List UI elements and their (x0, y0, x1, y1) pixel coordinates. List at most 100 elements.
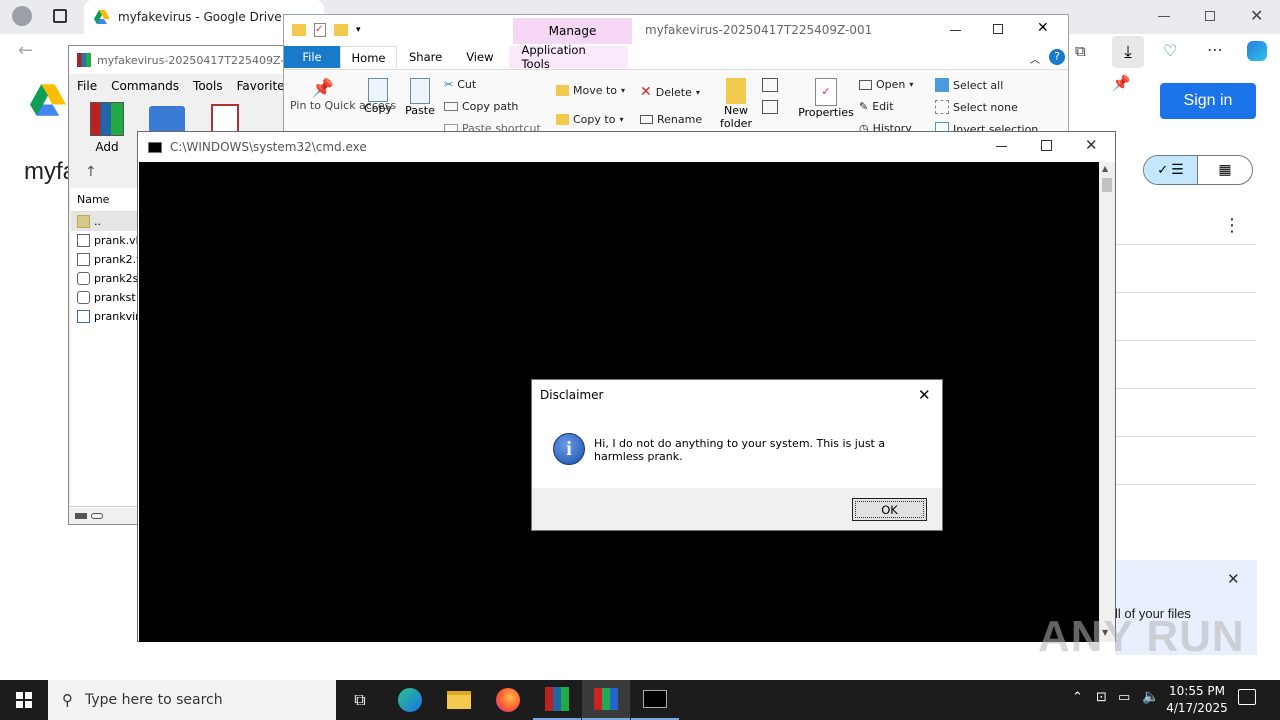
list-view-button[interactable]: ✓ ☰ (1144, 156, 1199, 184)
list-item[interactable]: .. (71, 212, 141, 231)
ok-button[interactable]: OK (852, 498, 927, 521)
firefox-icon[interactable] (484, 680, 532, 720)
select-all-button[interactable]: Select all (935, 78, 1003, 92)
collapse-ribbon-icon[interactable]: ︿ (1030, 51, 1040, 66)
menu-commands[interactable]: Commands (111, 79, 179, 93)
tab-application-tools[interactable]: Application Tools (509, 43, 629, 71)
key-icon (91, 512, 103, 519)
vertical-scrollbar[interactable]: ▲ ▼ (1099, 162, 1115, 642)
scroll-thumb[interactable] (1102, 178, 1112, 192)
new-folder-button[interactable]: New folder (716, 78, 756, 130)
open-button[interactable]: Open ▾ (859, 78, 913, 91)
clock[interactable]: 10:55 PM 4/17/2025 (1164, 683, 1230, 717)
minimize-icon[interactable] (1158, 16, 1170, 17)
kebab-menu-icon[interactable]: ⋮ (1223, 215, 1241, 236)
tab-file[interactable]: File (284, 46, 340, 68)
tab-actions-icon[interactable] (53, 9, 67, 23)
file-explorer-icon[interactable] (435, 680, 483, 720)
back-icon[interactable]: ← (18, 40, 33, 61)
add-button[interactable]: Add (87, 102, 127, 154)
time: 10:55 PM (1169, 684, 1225, 698)
menu-tools[interactable]: Tools (193, 79, 223, 93)
delete-button[interactable]: ✕ Delete ▾ (640, 84, 700, 100)
paste-button[interactable]: Paste (404, 78, 436, 117)
rename-button[interactable]: Rename (640, 113, 702, 126)
pin-icon: 📌 (311, 78, 335, 99)
cut-button[interactable]: ✂ Cut (444, 78, 476, 91)
add-label: Add (95, 140, 119, 154)
network-icon[interactable]: ⊡ (1096, 690, 1107, 705)
move-to-button[interactable]: Move to ▾ (556, 84, 625, 97)
notification-center-icon[interactable] (1238, 689, 1256, 705)
pin-icon[interactable]: 📌 (1112, 74, 1131, 92)
help-icon[interactable]: ? (1049, 49, 1065, 65)
wscript-taskbar-icon[interactable] (582, 680, 630, 720)
new-item-icon[interactable] (762, 78, 778, 92)
show-hidden-icons[interactable]: ⌃ (1072, 690, 1083, 705)
tab-share[interactable]: Share (397, 46, 454, 68)
taskbar-search[interactable]: ⚲ Type here to search (48, 680, 336, 720)
qat-dropdown-icon[interactable]: ▾ (356, 25, 361, 35)
dialog-close-icon[interactable]: ✕ (918, 386, 931, 404)
minimize-icon[interactable] (950, 30, 961, 31)
tab-view[interactable]: View (454, 46, 505, 68)
divider (1116, 244, 1256, 245)
properties-button[interactable]: ✓ Properties (798, 78, 854, 119)
task-view-icon[interactable]: ⧉ (336, 680, 384, 720)
select-all-icon (935, 78, 949, 92)
start-button[interactable] (0, 680, 48, 720)
copy-button[interactable]: Copy (362, 78, 394, 115)
list-item[interactable]: prank2st (71, 269, 143, 288)
winrar-taskbar-icon[interactable] (533, 680, 581, 720)
close-icon[interactable]: ✕ (1085, 136, 1098, 154)
select-none-button[interactable]: Select none (935, 100, 1018, 114)
winrar-titlebar[interactable]: myfakevirus-20250417T225409Z-001 (69, 46, 288, 74)
scroll-up-icon[interactable]: ▲ (1102, 164, 1108, 173)
winrar-title: myfakevirus-20250417T225409Z-001 (97, 53, 288, 67)
properties-check-icon[interactable]: ✓ (314, 23, 326, 37)
ribbon-body: 📌 Pin to Quick access Copy Paste ✂ Cut Co… (284, 69, 1068, 133)
more-menu-icon[interactable]: ⋯ (1207, 40, 1223, 59)
cmd-taskbar-icon[interactable] (631, 680, 679, 720)
close-icon[interactable]: ✕ (1037, 20, 1049, 36)
pin-quick-access-button[interactable]: 📌 Pin to Quick access (290, 78, 396, 112)
menu-favorites[interactable]: Favorites (237, 79, 287, 93)
grid-view-button[interactable]: ▦ (1198, 156, 1252, 184)
menu-file[interactable]: File (77, 79, 97, 93)
up-arrow-icon[interactable]: ↑ (85, 164, 97, 180)
list-item[interactable]: prank.vbs (71, 231, 148, 250)
winrar-menubar: File Commands Tools Favorites (69, 76, 287, 96)
google-drive-logo (30, 84, 66, 116)
copilot-icon[interactable] (1247, 41, 1267, 61)
cmd-titlebar[interactable]: C:\WINDOWS\system32\cmd.exe (138, 132, 1115, 162)
maximize-icon[interactable] (1041, 140, 1052, 151)
list-item[interactable]: prankst (71, 288, 141, 307)
downloads-icon[interactable]: ⤓ (1112, 36, 1144, 68)
minimize-icon[interactable] (996, 146, 1007, 147)
script-icon (77, 234, 90, 247)
new-folder-icon (726, 78, 746, 104)
edge-icon[interactable] (386, 680, 434, 720)
close-notification-icon[interactable]: ✕ (1227, 570, 1240, 588)
edit-button[interactable]: ✎ Edit (859, 100, 894, 113)
list-item[interactable]: prankvir (71, 307, 141, 326)
tab-home[interactable]: Home (340, 46, 397, 68)
new-folder-quick-icon[interactable] (334, 24, 348, 36)
sign-in-button[interactable]: Sign in (1160, 83, 1256, 119)
list-item[interactable]: prank2.vbs (71, 250, 155, 269)
column-header-name[interactable]: Name (71, 188, 141, 212)
restore-icon[interactable] (1205, 11, 1215, 21)
performance-icon[interactable]: ♡ (1163, 41, 1177, 60)
ethernet-icon[interactable]: ▭ (1118, 690, 1130, 705)
copy-to-button[interactable]: Copy to ▾ (556, 113, 623, 126)
easy-access-icon[interactable] (762, 100, 778, 114)
profile-icon[interactable] (12, 6, 32, 26)
tab-title: myfakevirus - Google Drive (118, 10, 282, 24)
close-icon[interactable]: ✕ (1250, 6, 1263, 25)
collections-icon[interactable]: ⧉ (1075, 42, 1086, 60)
maximize-icon[interactable] (993, 24, 1003, 34)
add-archive-icon (90, 102, 124, 136)
explorer-window: ✓ ▾ Manage myfakevirus-20250417T225409Z-… (283, 14, 1069, 134)
copy-path-button[interactable]: Copy path (444, 100, 518, 113)
volume-icon[interactable]: 🔈 (1142, 689, 1159, 705)
